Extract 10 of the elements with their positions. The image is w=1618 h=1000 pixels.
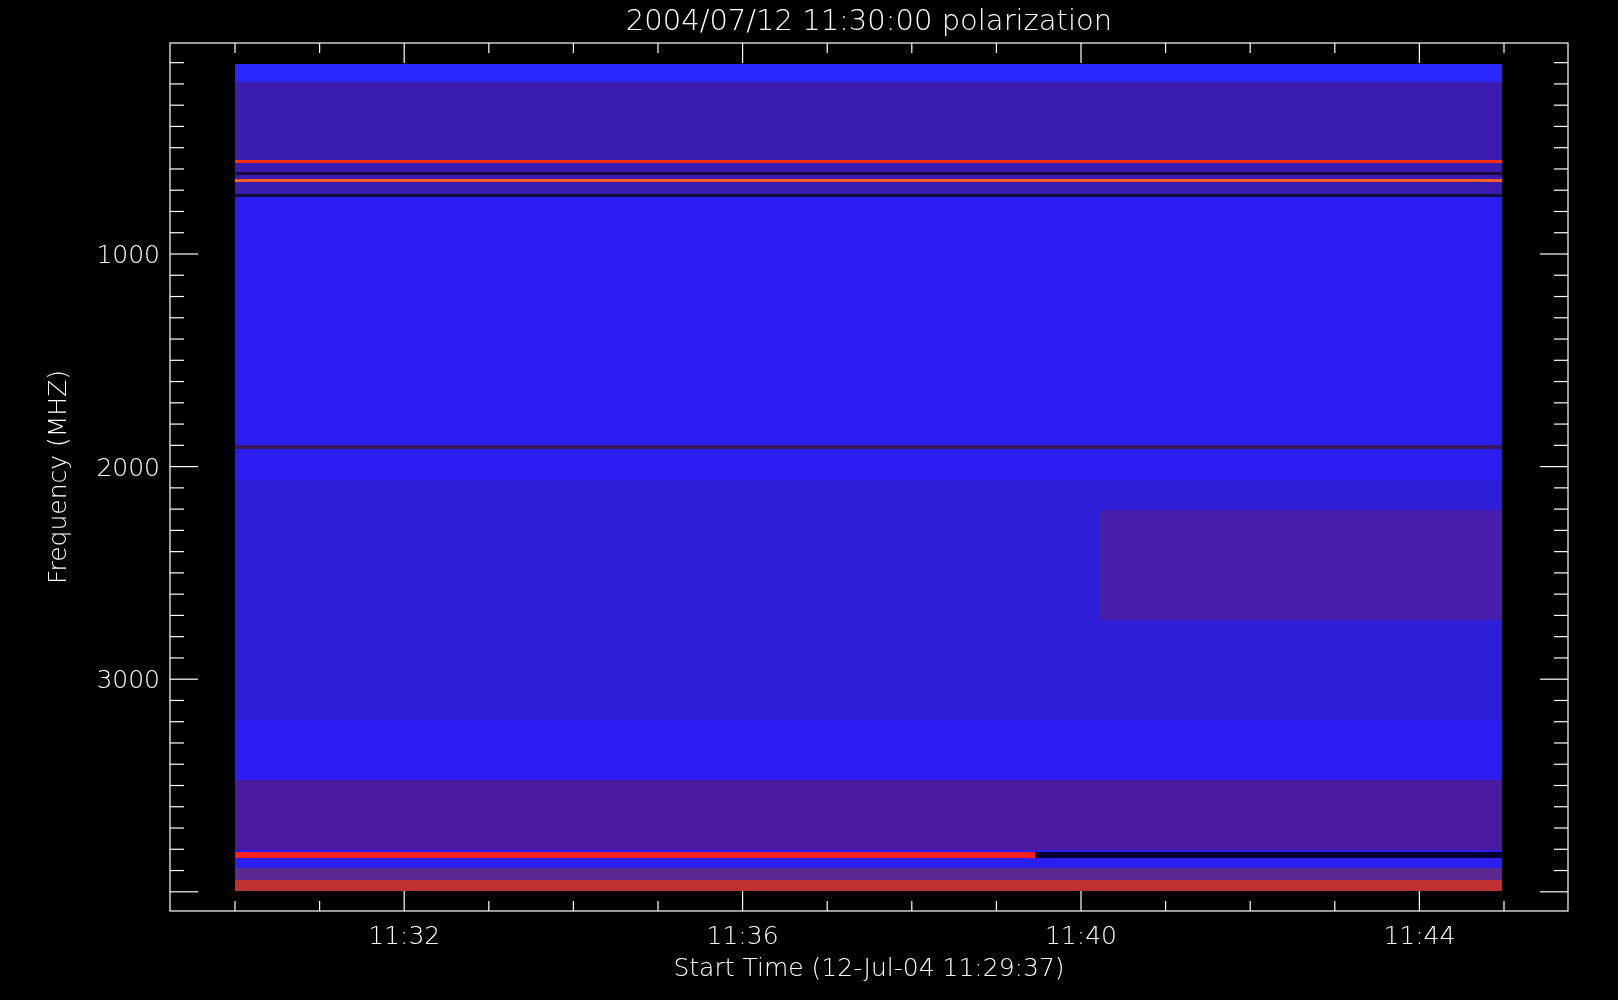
x-tick-label: 11:36 bbox=[706, 921, 779, 950]
y-tick-label: 2000 bbox=[96, 452, 160, 482]
y-tick-label: 3000 bbox=[96, 665, 160, 695]
x-tick-label: 11:44 bbox=[1383, 921, 1456, 950]
x-tick-label: 11:40 bbox=[1045, 921, 1117, 950]
chart-title: 2004/07/12 11:30:00 polarization bbox=[625, 3, 1113, 37]
y-tick-label: 1000 bbox=[96, 240, 160, 269]
x-axis-title: Start Time (12-Jul-04 11:29:37) bbox=[673, 953, 1065, 982]
x-tick-label: 11:32 bbox=[368, 921, 441, 950]
y-axis-title: Frequency (MHZ) bbox=[43, 369, 72, 585]
